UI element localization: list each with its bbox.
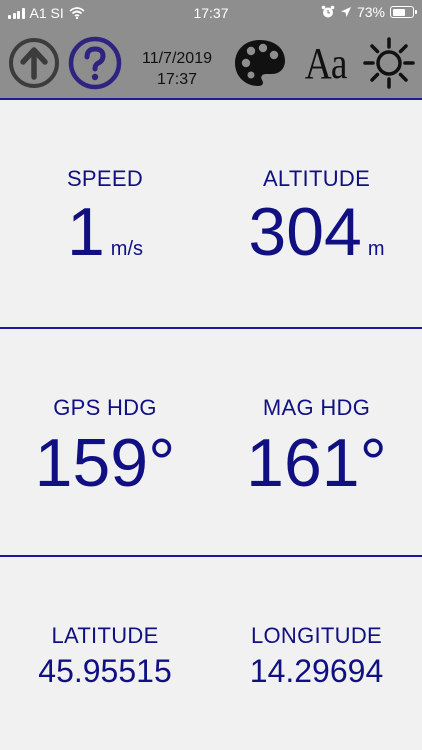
toolbar-time: 17:37 xyxy=(156,71,198,88)
font-size-button[interactable]: Aa xyxy=(296,36,356,90)
arrow-up-circle-icon xyxy=(9,38,59,88)
altitude-reading: 304 m xyxy=(211,198,422,266)
sun-icon xyxy=(363,37,415,89)
mag-heading-value: 161° xyxy=(246,425,387,501)
speed-value: 1 xyxy=(66,194,105,270)
altitude-value: 304 xyxy=(248,194,362,270)
status-right: 73% xyxy=(321,4,417,20)
longitude-cell: LONGITUDE 14.29694 xyxy=(211,623,422,689)
speed-cell: SPEED 1 m/s xyxy=(0,166,210,266)
gps-heading-value: 159° xyxy=(34,425,176,501)
toolbar: 11/7/2019 17:37 Aa xyxy=(0,26,422,100)
location-arrow-icon xyxy=(340,7,351,17)
toolbar-datetime: 11/7/2019 17:37 xyxy=(132,48,222,90)
latitude-label: LATITUDE xyxy=(51,623,159,648)
longitude-label: LONGITUDE xyxy=(250,623,383,648)
status-bar: A1 SI 17:37 73% xyxy=(0,0,422,26)
mag-heading-label: MAG HDG xyxy=(262,395,371,420)
palette-icon xyxy=(235,40,285,86)
speed-unit: m/s xyxy=(110,238,144,260)
altitude-unit: m xyxy=(367,238,385,260)
battery-icon xyxy=(390,6,417,18)
speed-altitude-panel: SPEED 1 m/s ALTITUDE 304 m xyxy=(0,100,422,327)
color-theme-button[interactable] xyxy=(230,36,290,90)
latitude-value: 45.95515 xyxy=(38,653,172,689)
toolbar-date: 11/7/2019 xyxy=(142,50,212,67)
speed-label: SPEED xyxy=(66,166,144,191)
latitude-cell: LATITUDE 45.95515 xyxy=(0,623,210,689)
speed-reading: 1 m/s xyxy=(0,198,210,266)
brightness-button[interactable] xyxy=(360,36,418,90)
gps-heading-label: GPS HDG xyxy=(53,395,157,420)
mag-heading-cell: MAG HDG 161° xyxy=(211,395,422,497)
battery-percent: 73% xyxy=(356,4,385,20)
altitude-cell: ALTITUDE 304 m xyxy=(211,166,422,266)
help-button[interactable] xyxy=(66,36,124,90)
coordinates-panel: LATITUDE 45.95515 LONGITUDE 14.29694 xyxy=(0,557,422,750)
upload-button[interactable] xyxy=(6,36,62,90)
alarm-icon xyxy=(321,5,335,18)
longitude-value: 14.29694 xyxy=(249,653,384,689)
heading-panel: GPS HDG 159° MAG HDG 161° xyxy=(0,329,422,555)
font-size-label: Aa xyxy=(305,38,348,88)
altitude-label: ALTITUDE xyxy=(262,166,371,191)
help-circle-icon xyxy=(68,36,122,90)
gps-heading-cell: GPS HDG 159° xyxy=(0,395,210,497)
